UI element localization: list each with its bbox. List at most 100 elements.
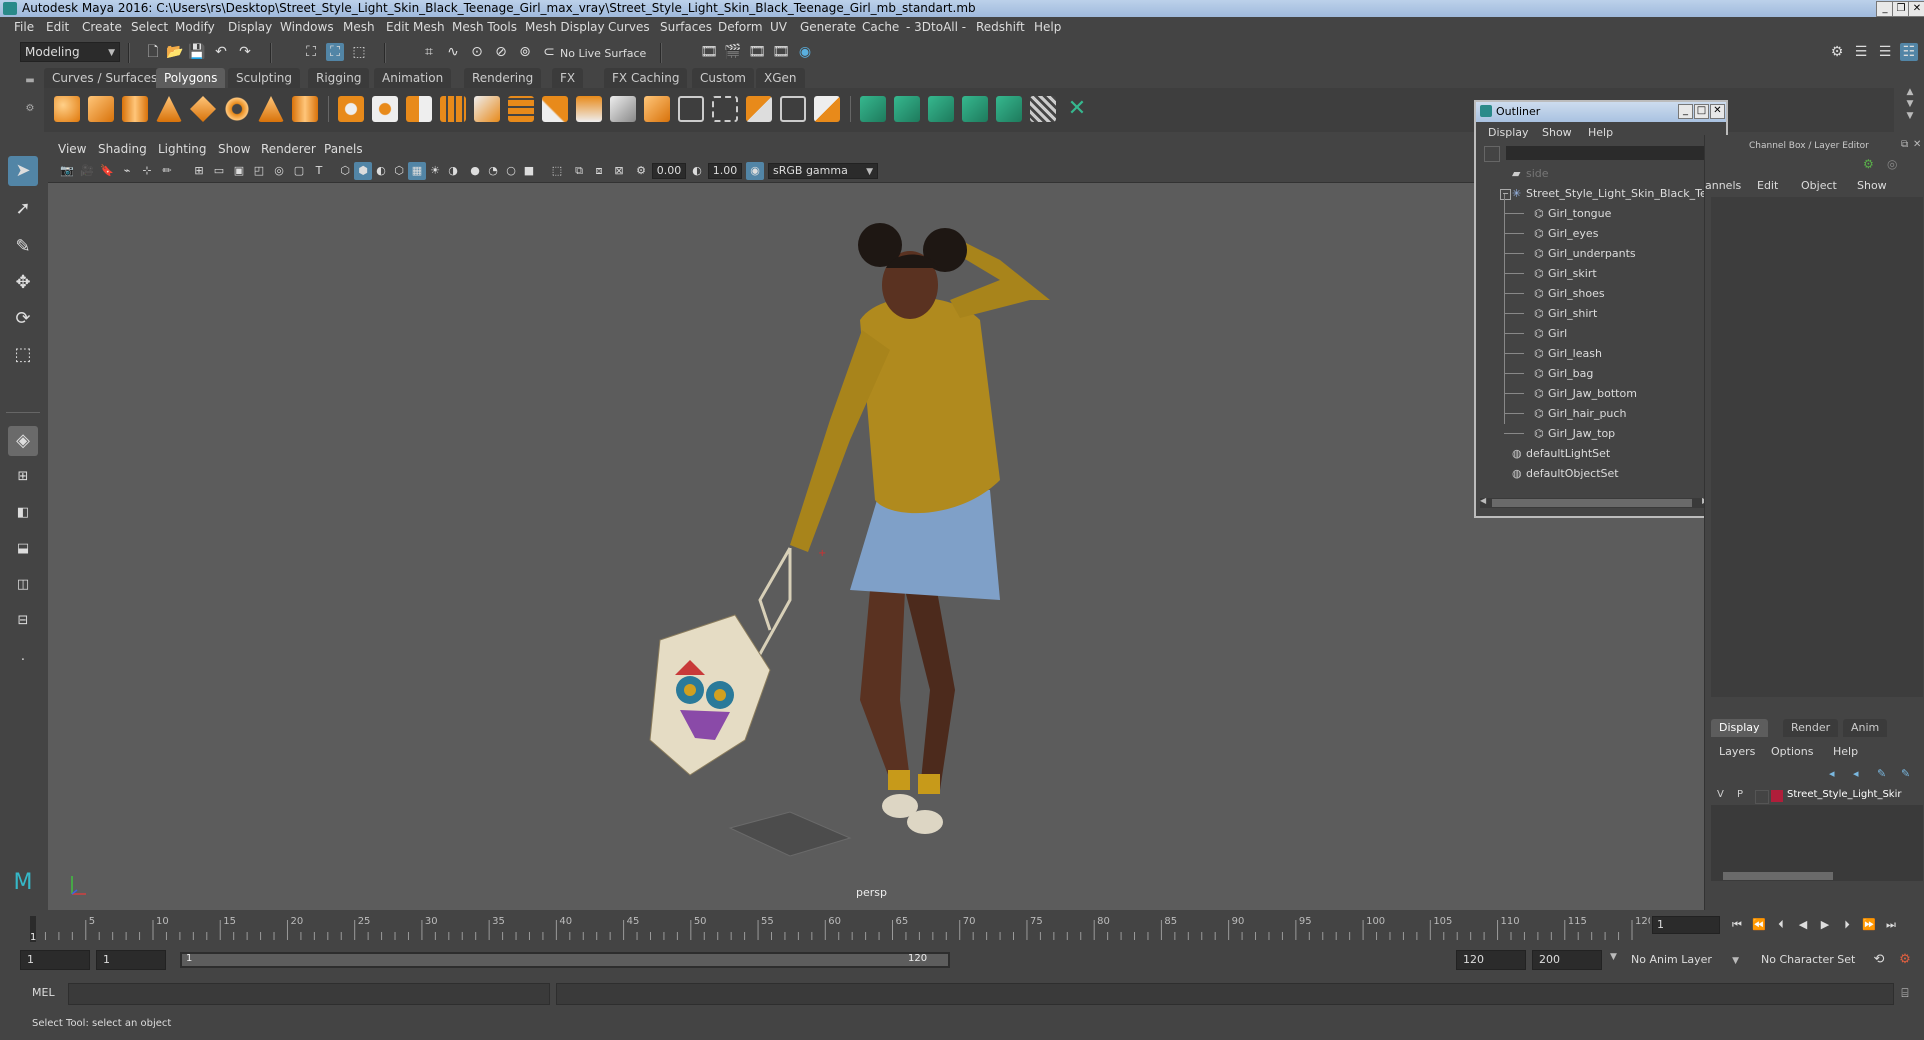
outliner-filter-icon[interactable] [1484,146,1500,162]
snap-point-icon[interactable]: ⊙ [468,43,486,61]
uv-editor-icon[interactable]: ✕ [1064,96,1090,122]
reduce-icon[interactable] [474,96,500,122]
menu-3dtoall[interactable]: - 3DtoAll - [906,20,966,34]
menu-uv[interactable]: UV [770,20,787,34]
shelf-tab-curves-surfaces[interactable]: Curves / Surfaces [44,68,166,88]
channelbox-menu-edit[interactable]: Edit [1757,179,1778,192]
range-slider-handle[interactable]: 1 120 [182,953,948,966]
combine-icon[interactable] [338,96,364,122]
character-set-dropdown[interactable]: No Character Set [1756,950,1866,970]
shelf-tab-rigging[interactable]: Rigging [308,68,370,88]
scale-tool-icon[interactable]: ⬚ [8,340,38,370]
outliner-search-input[interactable] [1506,146,1718,160]
motion-blur-icon[interactable]: ◔ [484,162,502,180]
layer-display-type-toggle[interactable] [1755,790,1769,804]
rotate-tool-icon[interactable]: ⟳ [8,304,38,334]
layer-menu-options[interactable]: Options [1771,745,1813,758]
uv-checker-icon[interactable] [1030,96,1056,122]
persp-graph-layout-icon[interactable]: ⬓ [8,534,38,564]
panel-menu-shading[interactable]: Shading [98,142,147,156]
snap-curve-icon[interactable]: ∿ [444,43,462,61]
uv-spherical-icon[interactable] [928,96,954,122]
current-frame-field[interactable]: 1 [1652,916,1720,934]
layer-menu-layers[interactable]: Layers [1719,745,1755,758]
menu-redshift[interactable]: Redshift [976,20,1025,34]
multi-cut-icon[interactable] [542,96,568,122]
script-editor-icon[interactable]: ⌸ [1896,984,1914,1002]
menu-mesh[interactable]: Mesh [343,20,375,34]
paint-select-tool-icon[interactable]: ✎ [8,232,38,262]
outliner-close-button[interactable]: ✕ [1710,104,1725,119]
depth-of-field-icon[interactable]: ■ [520,162,538,180]
tool-settings-icon[interactable]: ☰ [1876,43,1894,61]
viewport-persp[interactable]: + persp [48,140,1704,910]
animation-preferences-icon[interactable]: ⚙ [1896,951,1914,969]
four-view-layout-icon[interactable]: ⊞ [8,462,38,492]
modeling-toolkit-icon[interactable]: ⚙ [1828,43,1846,61]
shelf-tab-xgen[interactable]: XGen [756,68,805,88]
magnet-icon[interactable]: ⊂ [540,43,558,61]
film-gate-icon[interactable]: ▭ [210,162,228,180]
panel-menu-panels[interactable]: Panels [324,142,363,156]
poly-cube-icon[interactable] [88,96,114,122]
grid-toggle-icon[interactable]: ⊞ [190,162,208,180]
shelf-tab-rendering[interactable]: Rendering [464,68,542,88]
persp-uv-layout-icon[interactable]: ⊟ [8,606,38,636]
shelf-scroll-icon[interactable]: ▲ ▼ ▼ [1904,86,1916,126]
shelf-menu-icon[interactable]: ▬ ⚙ [24,74,36,126]
shelf-tab-fx[interactable]: FX [552,68,584,88]
uv-cylindrical-icon[interactable] [894,96,920,122]
play-forwards-icon[interactable]: ▶ [1816,916,1834,934]
layer-row[interactable]: V P Street_Style_Light_Skir [1711,787,1923,805]
menu-deform[interactable]: Deform [718,20,763,34]
outliner-minimize-button[interactable]: _ [1678,104,1693,119]
time-slider-ruler[interactable]: 5 10 15 20 25 30 35 40 45 50 55 60 65 70 75 80 85 90 95 100… [30,910,1650,946]
poly-torus-icon[interactable] [224,96,250,122]
outliner-maximize-button[interactable]: □ [1694,104,1709,119]
attribute-editor-icon[interactable]: ☰ [1852,43,1870,61]
menu-generate[interactable]: Generate [800,20,856,34]
menu-select[interactable]: Select [131,20,168,34]
channelbox-menu-channels[interactable]: annels [1705,179,1741,192]
gate-mask-icon[interactable]: ◰ [250,162,268,180]
outliner-window[interactable]: Outliner _ □ ✕ Display Show Help ▰ side − ✳… [1474,100,1728,518]
menu-file[interactable]: File [14,20,34,34]
antialiasing-icon[interactable]: ○ [502,162,520,180]
shelf-tab-fx-caching[interactable]: FX Caching [604,68,688,88]
step-forward-frame-icon[interactable]: ⏵ [1838,916,1856,934]
undo-icon[interactable]: ↶ [212,43,230,61]
grease-pencil-icon[interactable]: ✏ [158,162,176,180]
separate-icon[interactable] [372,96,398,122]
layer-tab-anim[interactable]: Anim [1843,719,1888,737]
camera-select-icon[interactable]: 📷 [58,162,76,180]
chevron-down-icon[interactable]: ▼ [1610,952,1617,962]
more-layouts-icon[interactable]: · [8,646,38,676]
menu-create[interactable]: Create [82,20,122,34]
poly-cylinder-icon[interactable] [122,96,148,122]
image-plane-icon[interactable]: ⌁ [118,162,136,180]
panel-close-icon[interactable]: ✕ [1913,139,1921,150]
channelbox-menu-object[interactable]: Object [1801,179,1837,192]
layer-move-down-icon[interactable]: ◂ [1853,767,1859,780]
gamma-icon[interactable]: ◐ [688,162,706,180]
playback-end-field[interactable]: 120 [1456,950,1526,970]
select-hierarchy-icon[interactable]: ⛶ [302,43,320,61]
safe-title-icon[interactable]: T [310,162,328,180]
menu-edit[interactable]: Edit [46,20,69,34]
menu-modify[interactable]: Modify [175,20,215,34]
snap-grid-icon[interactable]: ⌗ [420,43,438,61]
insert-edge-loop-icon[interactable] [678,96,704,122]
color-management-icon[interactable]: ◉ [746,162,764,180]
playback-start-field[interactable]: 1 [96,950,166,970]
field-chart-icon[interactable]: ◎ [270,162,288,180]
open-scene-icon[interactable]: 📂 [166,43,184,61]
menu-surfaces[interactable]: Surfaces [660,20,712,34]
render-frame-icon[interactable]: 🎬 [724,43,742,61]
step-back-key-icon[interactable]: ⏪ [1750,916,1768,934]
layer-horizontal-scrollbar[interactable] [1711,871,1923,881]
play-backwards-icon[interactable]: ◀ [1794,916,1812,934]
shadows-icon[interactable]: ◑ [444,162,462,180]
range-slider-track[interactable]: 1 120 [180,952,950,968]
layer-tab-render[interactable]: Render [1783,719,1839,737]
new-layer-selected-icon[interactable]: ✎ [1901,767,1910,780]
